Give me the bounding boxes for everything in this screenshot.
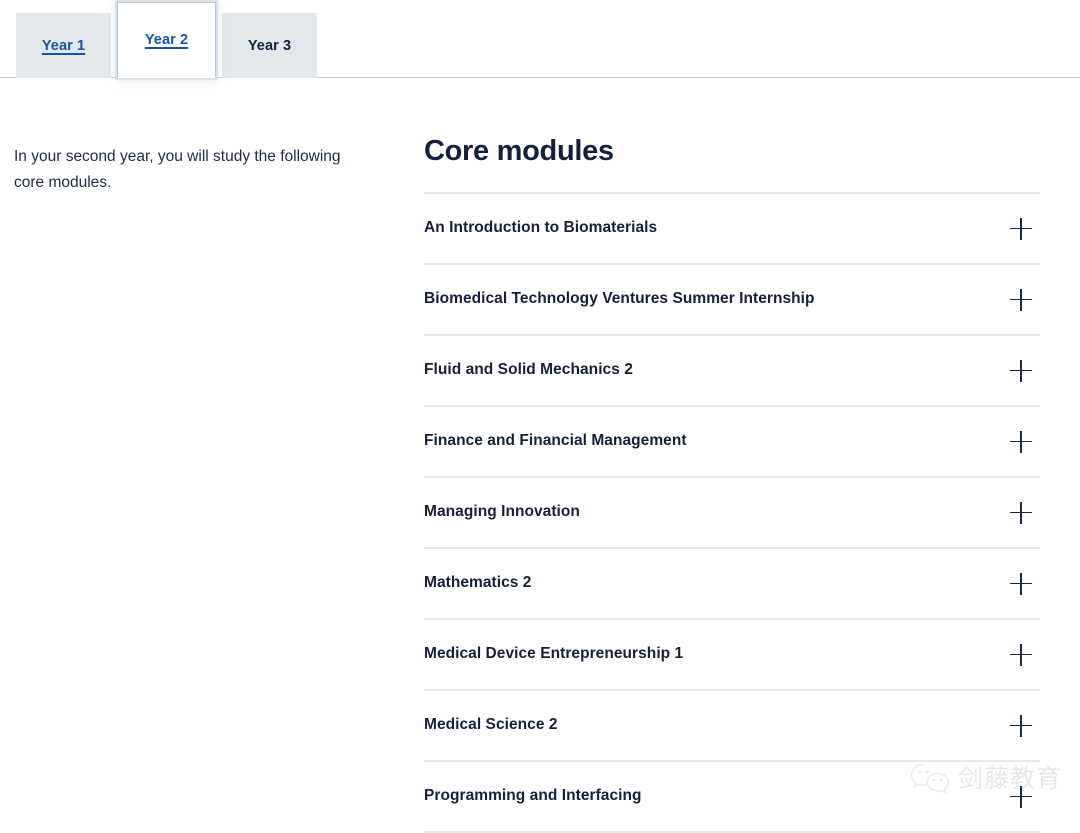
plus-icon[interactable] <box>1010 572 1032 595</box>
module-title: Fluid and Solid Mechanics 2 <box>424 361 633 379</box>
tab-year-1[interactable]: Year 1 <box>16 13 111 78</box>
list-item[interactable]: Medical Science 2 <box>424 691 1040 762</box>
tab-year-1-label: Year 1 <box>41 37 86 54</box>
plus-icon[interactable] <box>1010 714 1032 737</box>
module-title: Programming and Interfacing <box>424 787 642 805</box>
module-title: Mathematics 2 <box>424 574 532 592</box>
module-title: An Introduction to Biomaterials <box>424 219 658 237</box>
list-item[interactable]: Medical Device Entrepreneurship 1 <box>424 620 1040 691</box>
tab-year-2-label: Year 2 <box>144 31 189 48</box>
plus-icon[interactable] <box>1010 643 1032 666</box>
module-title: Finance and Financial Management <box>424 432 687 450</box>
plus-icon[interactable] <box>1010 785 1032 808</box>
plus-icon[interactable] <box>1010 430 1032 453</box>
intro-text: In your second year, you will study the … <box>14 148 341 191</box>
plus-icon[interactable] <box>1010 359 1032 382</box>
tab-year-3[interactable]: Year 3 <box>222 13 317 78</box>
module-title: Medical Science 2 <box>424 716 558 734</box>
page-title: Core modules <box>424 135 614 167</box>
plus-icon[interactable] <box>1010 217 1032 240</box>
list-item[interactable]: Fluid and Solid Mechanics 2 <box>424 336 1040 407</box>
list-item[interactable]: Managing Innovation <box>424 478 1040 549</box>
core-modules-accordion: An Introduction to Biomaterials Biomedic… <box>424 192 1040 833</box>
module-title: Medical Device Entrepreneurship 1 <box>424 645 684 663</box>
list-item[interactable]: An Introduction to Biomaterials <box>424 194 1040 265</box>
modules-column: Core modules An Introduction to Biomater… <box>424 134 1040 833</box>
year-tab-list: Year 1 Year 2 Year 3 <box>16 2 317 78</box>
tab-year-2[interactable]: Year 2 <box>117 2 216 78</box>
list-item[interactable]: Programming and Interfacing <box>424 762 1040 833</box>
tab-panel-year-2: In your second year, you will study the … <box>0 78 1080 833</box>
year-tab-bar: Year 1 Year 2 Year 3 <box>0 0 1080 78</box>
plus-icon[interactable] <box>1010 501 1032 524</box>
module-title: Managing Innovation <box>424 503 580 521</box>
module-title: Biomedical Technology Ventures Summer In… <box>424 290 815 308</box>
list-item[interactable]: Mathematics 2 <box>424 549 1040 620</box>
list-item[interactable]: Finance and Financial Management <box>424 407 1040 478</box>
list-item[interactable]: Biomedical Technology Ventures Summer In… <box>424 265 1040 336</box>
intro-column: In your second year, you will study the … <box>14 144 370 196</box>
tab-year-3-label: Year 3 <box>247 37 292 54</box>
plus-icon[interactable] <box>1010 288 1032 311</box>
